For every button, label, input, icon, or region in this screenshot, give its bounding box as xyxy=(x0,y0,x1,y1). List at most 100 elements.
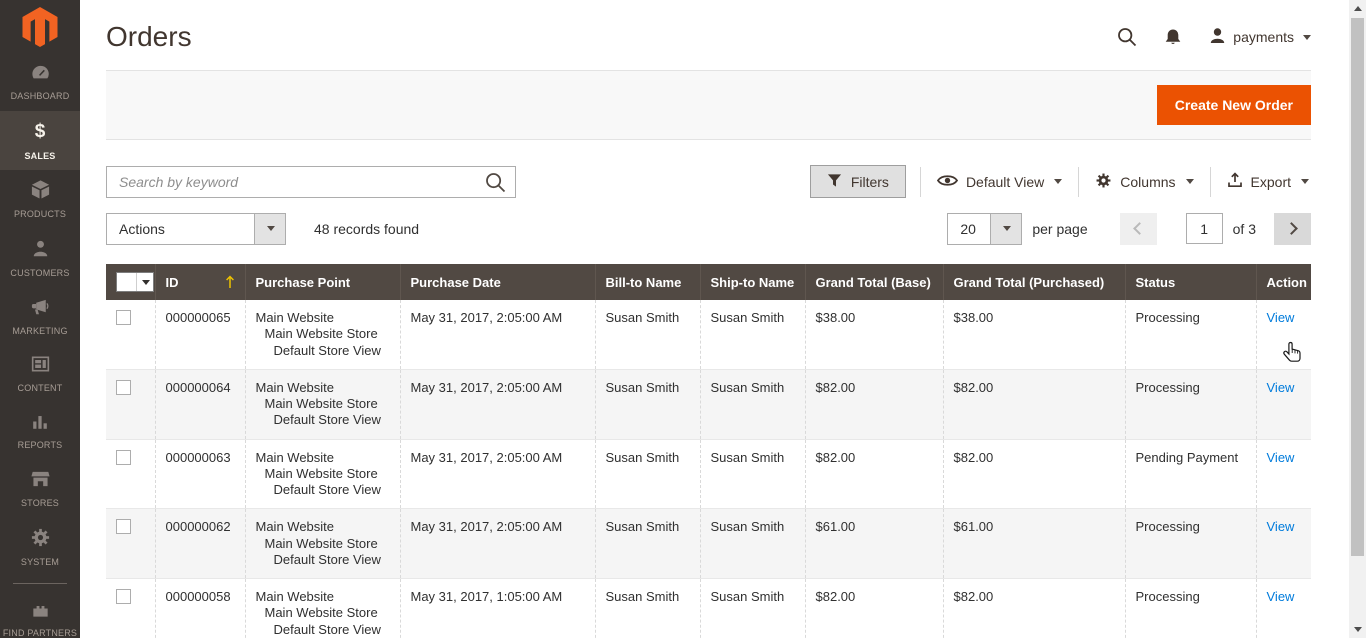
user-menu[interactable]: payments xyxy=(1209,27,1311,47)
cell-select xyxy=(106,579,155,638)
sidebar-nav: DASHBOARD $ SALES PRODUCTS CUSTOMERS xyxy=(0,54,80,638)
view-order-link[interactable]: View xyxy=(1267,589,1295,604)
products-icon xyxy=(30,179,51,205)
cell-status: Pending Payment xyxy=(1125,439,1256,509)
next-page-button[interactable] xyxy=(1274,213,1311,245)
filters-button[interactable]: Filters xyxy=(810,165,906,198)
col-header-status[interactable]: Status xyxy=(1125,264,1256,300)
sidebar-item-find-partners[interactable]: FIND PARTNERS & EXTENSIONS xyxy=(0,591,80,638)
col-header-id[interactable]: ID xyxy=(155,264,245,300)
cell-ship-to: Susan Smith xyxy=(700,369,805,439)
cell-status: Processing xyxy=(1125,509,1256,579)
cell-status: Processing xyxy=(1125,300,1256,369)
per-page-value: 20 xyxy=(948,214,990,244)
actions-select[interactable]: Actions xyxy=(106,213,286,245)
sidebar-item-sales[interactable]: $ SALES xyxy=(0,111,80,171)
select-all-checkbox[interactable] xyxy=(117,273,136,291)
col-header-bill-to[interactable]: Bill-to Name xyxy=(595,264,700,300)
scrollbar-down-arrow[interactable] xyxy=(1349,621,1366,638)
select-all-control[interactable] xyxy=(116,272,154,292)
row-checkbox[interactable] xyxy=(116,310,131,325)
export-button[interactable]: Export xyxy=(1225,172,1311,191)
col-header-purchase-point[interactable]: Purchase Point xyxy=(245,264,400,300)
cell-select xyxy=(106,369,155,439)
previous-page-button[interactable] xyxy=(1120,213,1157,245)
toolbar-divider xyxy=(1078,167,1079,197)
create-new-order-button[interactable]: Create New Order xyxy=(1157,85,1311,125)
row-checkbox[interactable] xyxy=(116,450,131,465)
total-pages-label: of 3 xyxy=(1233,221,1256,237)
sidebar-item-label: PRODUCTS xyxy=(14,209,66,221)
cell-bill-to: Susan Smith xyxy=(595,369,700,439)
grid-toolbar-actions: Filters Default View Columns xyxy=(810,165,1311,198)
sidebar-item-label: FIND PARTNERS & EXTENSIONS xyxy=(2,628,78,638)
cell-bill-to: Susan Smith xyxy=(595,439,700,509)
col-header-total-base[interactable]: Grand Total (Base) xyxy=(805,264,943,300)
col-header-total-purchased[interactable]: Grand Total (Purchased) xyxy=(943,264,1125,300)
toolbar-divider xyxy=(920,167,921,197)
marketing-icon xyxy=(30,297,51,322)
table-row: 000000065 Main WebsiteMain Website Store… xyxy=(106,300,1311,369)
select-all-caret[interactable] xyxy=(136,273,153,291)
current-page-input[interactable] xyxy=(1186,213,1223,244)
cell-id: 000000058 xyxy=(155,579,245,638)
cell-total-base: $82.00 xyxy=(805,439,943,509)
export-label: Export xyxy=(1251,174,1291,190)
view-order-link[interactable]: View xyxy=(1267,380,1295,395)
extensions-icon xyxy=(30,600,51,624)
sidebar-item-content[interactable]: CONTENT xyxy=(0,345,80,403)
stores-icon xyxy=(30,469,51,494)
col-header-purchase-date[interactable]: Purchase Date xyxy=(400,264,595,300)
sidebar-item-stores[interactable]: STORES xyxy=(0,460,80,518)
view-order-link[interactable]: View xyxy=(1267,310,1295,325)
select-caret xyxy=(990,214,1021,244)
col-header-action[interactable]: Action xyxy=(1256,264,1311,300)
user-menu-label: payments xyxy=(1233,29,1294,45)
columns-button[interactable]: Columns xyxy=(1093,172,1195,192)
sidebar-item-label: SALES xyxy=(24,151,55,163)
sidebar-item-system[interactable]: SYSTEM xyxy=(0,518,80,577)
cell-ship-to: Susan Smith xyxy=(700,509,805,579)
sidebar-item-reports[interactable]: REPORTS xyxy=(0,403,80,460)
search-input[interactable] xyxy=(107,167,515,197)
search-submit-icon[interactable] xyxy=(485,172,506,198)
actions-select-value: Actions xyxy=(107,214,254,244)
sidebar-item-label: SYSTEM xyxy=(21,557,59,569)
cell-total-base: $61.00 xyxy=(805,509,943,579)
main-content: Orders payments Create New Order xyxy=(80,0,1349,638)
row-checkbox[interactable] xyxy=(116,589,131,604)
table-row: 000000063 Main WebsiteMain Website Store… xyxy=(106,439,1311,509)
view-order-link[interactable]: View xyxy=(1267,519,1295,534)
row-checkbox[interactable] xyxy=(116,380,131,395)
cell-total-purchased: $82.00 xyxy=(943,439,1125,509)
cell-action: View xyxy=(1256,509,1311,579)
orders-grid: ID Purchase Point Purchase Date Bill-to … xyxy=(106,264,1311,638)
search-icon[interactable] xyxy=(1117,27,1137,47)
col-header-label: ID xyxy=(166,275,179,290)
customers-icon xyxy=(31,238,50,264)
view-order-link[interactable]: View xyxy=(1267,450,1295,465)
magento-logo-icon[interactable] xyxy=(0,0,80,54)
cell-total-base: $82.00 xyxy=(805,369,943,439)
cell-id: 000000062 xyxy=(155,509,245,579)
row-checkbox[interactable] xyxy=(116,519,131,534)
sidebar-item-marketing[interactable]: MARKETING xyxy=(0,288,80,346)
pagination-controls: 20 per page of 3 xyxy=(947,213,1311,245)
sidebar-item-products[interactable]: PRODUCTS xyxy=(0,170,80,229)
cell-purchase-date: May 31, 2017, 2:05:00 AM xyxy=(400,439,595,509)
cell-purchase-date: May 31, 2017, 1:05:00 AM xyxy=(400,579,595,638)
cell-bill-to: Susan Smith xyxy=(595,509,700,579)
scrollbar-up-arrow[interactable] xyxy=(1349,0,1366,17)
scrollbar-thumb[interactable] xyxy=(1351,18,1364,556)
sidebar-item-dashboard[interactable]: DASHBOARD xyxy=(0,54,80,111)
notifications-bell-icon[interactable] xyxy=(1164,28,1182,47)
per-page-select[interactable]: 20 xyxy=(947,213,1022,245)
grid-controls-row: Actions 48 records found 20 per page of … xyxy=(106,212,1311,245)
header-actions: payments xyxy=(1117,27,1311,47)
cell-bill-to: Susan Smith xyxy=(595,300,700,369)
cell-total-base: $82.00 xyxy=(805,579,943,638)
col-header-ship-to[interactable]: Ship-to Name xyxy=(700,264,805,300)
default-view-button[interactable]: Default View xyxy=(935,173,1064,191)
sidebar-item-customers[interactable]: CUSTOMERS xyxy=(0,229,80,288)
cell-id: 000000064 xyxy=(155,369,245,439)
